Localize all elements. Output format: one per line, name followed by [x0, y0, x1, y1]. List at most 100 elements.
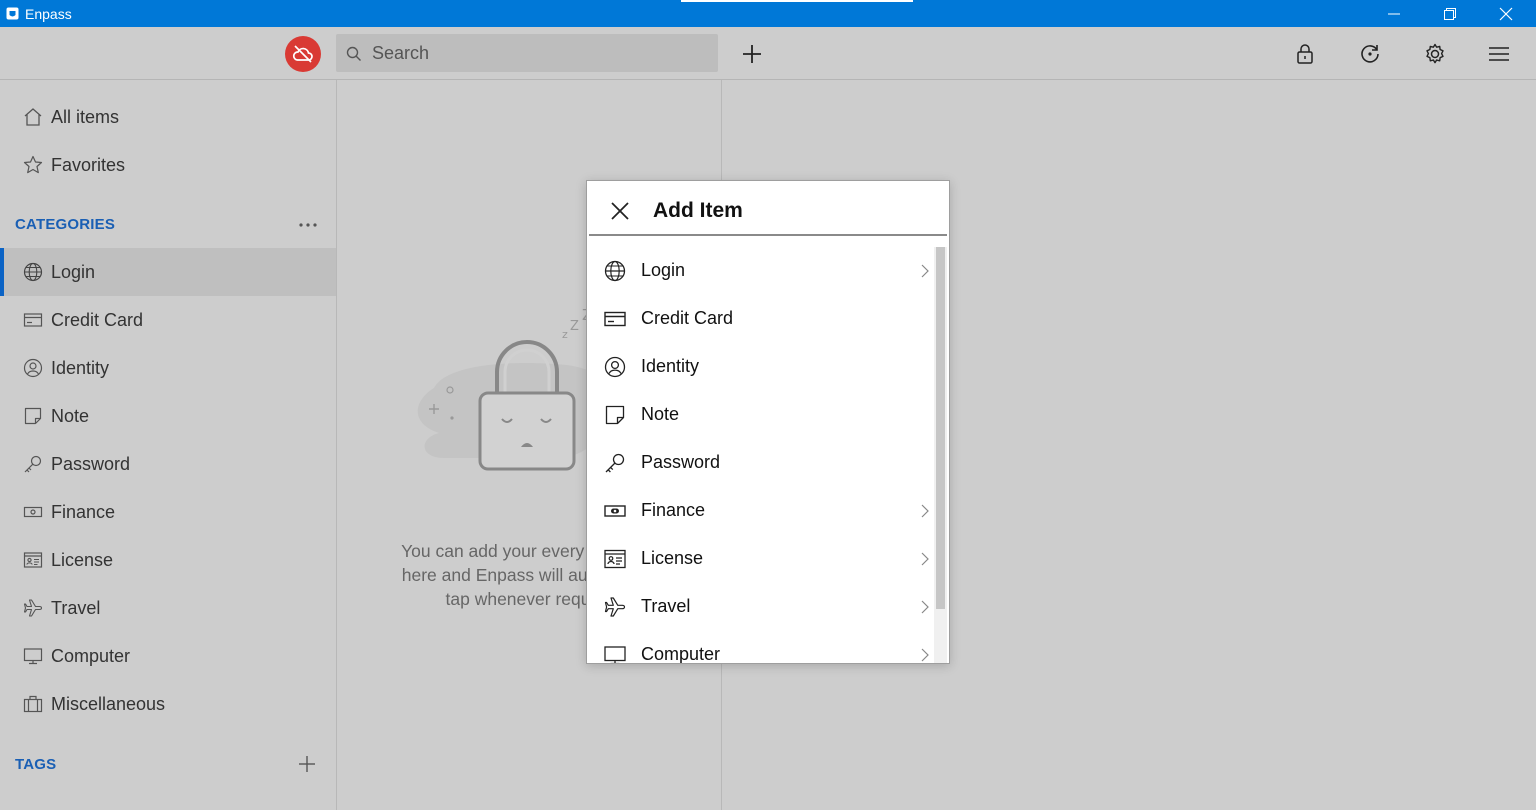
close-icon [1499, 7, 1513, 21]
sidebar: All items Favorites CATEGORIES Login Cre… [0, 80, 337, 810]
sidebar-item-license[interactable]: License [0, 536, 336, 584]
close-window-button[interactable] [1478, 0, 1534, 27]
add-login-item[interactable]: Login [587, 247, 933, 295]
sidebar-item-all-items[interactable]: All items [0, 93, 336, 141]
sidebar-item-label: Credit Card [51, 310, 144, 330]
sidebar-item-label: Travel [51, 598, 101, 618]
add-item-dialog: Add Item Login Credit Card Identity Note… [586, 180, 950, 664]
dialog-divider [589, 234, 947, 236]
sidebar-item-password[interactable]: Password [0, 440, 336, 488]
sidebar-item-label: Identity [51, 358, 110, 378]
identity-icon [604, 356, 626, 378]
sidebar-item-favorites[interactable]: Favorites [0, 141, 336, 189]
sleeping-lock-icon: z Z Z [417, 308, 604, 471]
dialog-title: Add Item [653, 199, 743, 222]
briefcase-icon [23, 695, 43, 713]
sidebar-item-credit-card[interactable]: Credit Card [0, 296, 336, 344]
add-item-label: Identity [641, 356, 700, 376]
star-icon [23, 155, 43, 174]
more-options-icon[interactable] [295, 215, 321, 235]
sidebar-item-label: Computer [51, 646, 131, 666]
title-bar: Enpass [0, 0, 1536, 27]
sync-status-button[interactable] [285, 36, 321, 72]
key-icon [605, 453, 625, 473]
drag-handle[interactable] [681, 0, 913, 2]
add-item-label: Credit Card [641, 308, 734, 328]
hamburger-menu-icon [1489, 47, 1509, 61]
sidebar-item-label: Miscellaneous [51, 694, 166, 714]
add-item-label: Login [641, 260, 686, 280]
add-identity-item[interactable]: Identity [587, 343, 933, 391]
add-item-button[interactable] [736, 39, 768, 69]
restore-button[interactable] [1422, 0, 1478, 27]
banknote-icon [23, 506, 43, 518]
search-input[interactable] [372, 34, 712, 72]
banknote-icon [604, 505, 626, 517]
chevron-right-icon [921, 600, 929, 614]
lock-button[interactable] [1290, 39, 1320, 69]
sidebar-item-login[interactable]: Login [0, 248, 336, 296]
add-item-label: Travel [641, 596, 691, 616]
add-finance-item[interactable]: Finance [587, 487, 933, 535]
chevron-right-icon [921, 504, 929, 518]
note-icon [605, 405, 625, 425]
add-password-item[interactable]: Password [587, 439, 933, 487]
scrollbar-thumb[interactable] [936, 247, 945, 609]
add-item-label: Finance [641, 500, 706, 520]
refresh-icon [1361, 45, 1379, 63]
add-item-label: Password [641, 452, 721, 472]
plus-icon [743, 45, 761, 63]
chevron-right-icon [921, 648, 929, 662]
search-box[interactable] [336, 34, 718, 72]
sidebar-item-label: Favorites [51, 155, 126, 175]
svg-text:Z: Z [570, 319, 579, 334]
sidebar-item-label: Login [51, 262, 96, 282]
credit-card-icon [23, 313, 43, 327]
minimize-button[interactable] [1366, 0, 1422, 27]
close-icon[interactable] [607, 198, 633, 224]
restore-icon [1444, 8, 1456, 20]
sidebar-item-label: All items [51, 107, 120, 127]
license-icon [23, 552, 43, 568]
main-menu-button[interactable] [1484, 39, 1514, 69]
sync-button[interactable] [1355, 39, 1385, 69]
identity-icon [23, 358, 43, 378]
toolbar [0, 27, 1536, 80]
globe-icon [604, 260, 626, 282]
monitor-icon [604, 646, 626, 663]
chevron-right-icon [921, 552, 929, 566]
add-license-item[interactable]: License [587, 535, 933, 583]
tags-header: TAGS [15, 756, 57, 773]
home-icon [24, 108, 42, 126]
cloud-off-icon [292, 45, 313, 63]
settings-button[interactable] [1420, 39, 1450, 69]
add-travel-item[interactable]: Travel [587, 583, 933, 631]
note-icon [24, 407, 42, 425]
dialog-scrollbar[interactable] [934, 247, 947, 663]
sidebar-item-miscellaneous[interactable]: Miscellaneous [0, 680, 336, 728]
window-title: Enpass [25, 6, 72, 22]
sidebar-item-label: Finance [51, 502, 116, 522]
add-credit-card-item[interactable]: Credit Card [587, 295, 933, 343]
categories-header: CATEGORIES [15, 216, 116, 233]
key-icon [24, 455, 42, 473]
chevron-right-icon [921, 264, 929, 278]
add-computer-item[interactable]: Computer [587, 631, 933, 663]
sidebar-item-computer[interactable]: Computer [0, 632, 336, 680]
sidebar-item-identity[interactable]: Identity [0, 344, 336, 392]
sidebar-item-note[interactable]: Note [0, 392, 336, 440]
add-tag-icon[interactable] [294, 754, 320, 774]
enpass-logo-icon [6, 7, 19, 20]
lock-icon [1297, 44, 1313, 64]
add-item-label: Note [641, 404, 680, 424]
sidebar-item-travel[interactable]: Travel [0, 584, 336, 632]
search-icon [346, 46, 361, 61]
minimize-icon [1388, 13, 1400, 15]
airplane-icon [23, 599, 43, 617]
license-icon [604, 549, 626, 569]
sidebar-item-label: License [51, 550, 114, 570]
sidebar-item-finance[interactable]: Finance [0, 488, 336, 536]
monitor-icon [23, 648, 43, 665]
add-note-item[interactable]: Note [587, 391, 933, 439]
add-item-label: License [641, 548, 704, 568]
